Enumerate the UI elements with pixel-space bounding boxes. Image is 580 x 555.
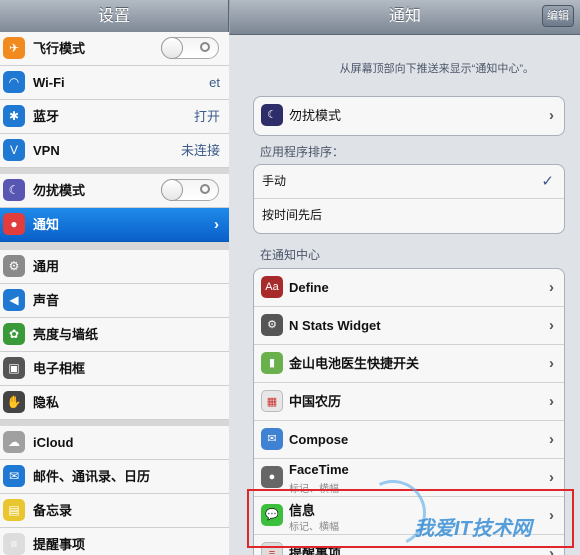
- sidebar-item-label: 通知: [33, 217, 60, 232]
- define-icon: Aa: [261, 276, 283, 298]
- facetime-icon: ●: [261, 466, 283, 488]
- sort-group: 手动 ✓ 按时间先后: [253, 164, 565, 234]
- app-row[interactable]: ▦ 中国农历 ›: [254, 383, 564, 421]
- toggle-switch[interactable]: [161, 179, 219, 201]
- chevron-right-icon: ›: [549, 393, 554, 410]
- sidebar-item-value: et: [209, 75, 220, 90]
- sidebar-item-value: 打开: [193, 109, 220, 124]
- chevron-right-icon: ›: [214, 216, 219, 233]
- sidebar-item[interactable]: ☾ 勿扰模式: [0, 174, 229, 208]
- sidebar-item[interactable]: ✿ 亮度与墙纸: [0, 318, 229, 352]
- settings-navbar: 设置: [0, 0, 229, 35]
- sort-option-time[interactable]: 按时间先后: [254, 199, 564, 233]
- mail-icon: ✉: [3, 465, 25, 487]
- sidebar-item[interactable]: ▤ 备忘录: [0, 494, 229, 528]
- app-row[interactable]: Aa Define ›: [254, 269, 564, 307]
- sort-option-label: 手动: [262, 174, 287, 188]
- reminders-icon: ≡: [3, 533, 25, 555]
- airplane-icon: ✈: [3, 37, 25, 59]
- sidebar-item-label: 蓝牙: [33, 109, 60, 124]
- app-row-label: 金山电池医生快捷开关: [289, 356, 420, 371]
- chevron-right-icon: ›: [549, 317, 554, 334]
- notification-center-description: 从屏幕顶部向下推送来显示“通知中心”。: [339, 63, 534, 75]
- notifications-navbar: 通知 编辑: [229, 0, 580, 35]
- app-row-label: 中国农历: [289, 394, 342, 409]
- sort-header: 应用程序排序：: [260, 145, 345, 159]
- chevron-right-icon: ›: [549, 279, 554, 296]
- notifications-pane: 通知 编辑 从屏幕顶部向下推送来显示“通知中心”。 ☾ 勿扰模式 › 应用程序排…: [229, 0, 580, 555]
- notes-icon: ▤: [3, 499, 25, 521]
- bluetooth-icon: ✱: [3, 105, 25, 127]
- sidebar-item-label: 通用: [33, 259, 60, 274]
- app-row-label: FaceTime: [289, 462, 349, 477]
- sidebar-item-label: iCloud: [33, 435, 74, 450]
- checkmark-icon: ✓: [541, 173, 554, 190]
- toggle-off-icon: [200, 42, 210, 52]
- sidebar-item-label: VPN: [33, 143, 60, 158]
- sidebar-item[interactable]: ≡ 提醒事项: [0, 528, 229, 555]
- sidebar-item[interactable]: ✱ 蓝牙 打开: [0, 100, 229, 134]
- moon-icon: ☾: [261, 104, 283, 126]
- sidebar-item-label: 勿扰模式: [33, 183, 86, 198]
- compose-icon: ✉: [261, 428, 283, 450]
- settings-title: 设置: [97, 8, 130, 25]
- sidebar-item-label: 飞行模式: [33, 41, 86, 56]
- sidebar-item-label: 隐私: [33, 395, 60, 410]
- edit-button[interactable]: 编辑: [542, 5, 574, 27]
- sort-option-manual[interactable]: 手动 ✓: [254, 165, 564, 199]
- sidebar-item[interactable]: ✉ 邮件、通讯录、日历: [0, 460, 229, 494]
- sidebar-item[interactable]: ✈ 飞行模式: [0, 32, 229, 66]
- cloud-icon: ☁: [3, 431, 25, 453]
- sidebar-item-label: 声音: [33, 293, 60, 308]
- chevron-right-icon: ›: [549, 107, 554, 124]
- dnd-group: ☾ 勿扰模式 ›: [253, 96, 565, 136]
- sidebar-item[interactable]: ◀ 声音: [0, 284, 229, 318]
- app-row-label: N Stats Widget: [289, 318, 381, 333]
- app-row-label: Define: [289, 280, 329, 295]
- calendar-icon: ▦: [261, 390, 283, 412]
- dnd-label: 勿扰模式: [289, 108, 342, 123]
- gear-icon: ⚙: [3, 255, 25, 277]
- sidebar-item[interactable]: ✋ 隐私: [0, 386, 229, 420]
- sidebar-item[interactable]: ☁ iCloud: [0, 426, 229, 460]
- sidebar-item[interactable]: ◠ Wi-Fi et: [0, 66, 229, 100]
- watermark: 我爱IT技术网: [414, 518, 532, 540]
- toggle-knob: [161, 179, 183, 201]
- app-row[interactable]: ⚙ N Stats Widget ›: [254, 307, 564, 345]
- sort-option-label: 按时间先后: [262, 208, 323, 222]
- flower-icon: ✿: [3, 323, 25, 345]
- moon-icon: ☾: [3, 179, 25, 201]
- wifi-icon: ◠: [3, 71, 25, 93]
- battery-icon: ▮: [261, 352, 283, 374]
- notifications-title: 通知: [388, 8, 421, 25]
- dnd-row[interactable]: ☾ 勿扰模式 ›: [254, 97, 564, 135]
- sidebar-item[interactable]: V VPN 未连接: [0, 134, 229, 168]
- settings-pane: 设置 ✈ 飞行模式 ◠ Wi-Fi et ✱ 蓝牙 打开 V VPN 未连接 ☾ 勿扰模式 ● 通知 › ⚙ 通用…: [0, 0, 229, 555]
- vpn-icon: V: [3, 139, 25, 161]
- sidebar-item-label: 备忘录: [33, 503, 73, 518]
- frame-icon: ▣: [3, 357, 25, 379]
- in-center-header: 在通知中心: [260, 248, 321, 262]
- sidebar-item[interactable]: ⚙ 通用: [0, 250, 229, 284]
- sidebar-item-label: Wi-Fi: [33, 75, 65, 90]
- toggle-switch[interactable]: [161, 37, 219, 59]
- app-row[interactable]: ✉ Compose ›: [254, 421, 564, 459]
- toggle-knob: [161, 37, 183, 59]
- sidebar-item-label: 电子相框: [33, 361, 86, 376]
- chevron-right-icon: ›: [549, 431, 554, 448]
- app-row-label: Compose: [289, 432, 349, 447]
- sidebar-item-value: 未连接: [180, 143, 220, 158]
- sidebar-item-label: 亮度与墙纸: [33, 327, 99, 342]
- sidebar-item[interactable]: ▣ 电子相框: [0, 352, 229, 386]
- sidebar-item-label: 提醒事项: [33, 537, 86, 552]
- sidebar-item[interactable]: ● 通知 ›: [0, 208, 229, 242]
- app-row[interactable]: ▮ 金山电池医生快捷开关 ›: [254, 345, 564, 383]
- speaker-icon: ◀: [3, 289, 25, 311]
- toggle-off-icon: [200, 184, 210, 194]
- chevron-right-icon: ›: [549, 355, 554, 372]
- notification-icon: ●: [3, 213, 25, 235]
- sidebar-item-label: 邮件、通讯录、日历: [33, 469, 151, 484]
- gear-icon: ⚙: [261, 314, 283, 336]
- hand-icon: ✋: [3, 391, 25, 413]
